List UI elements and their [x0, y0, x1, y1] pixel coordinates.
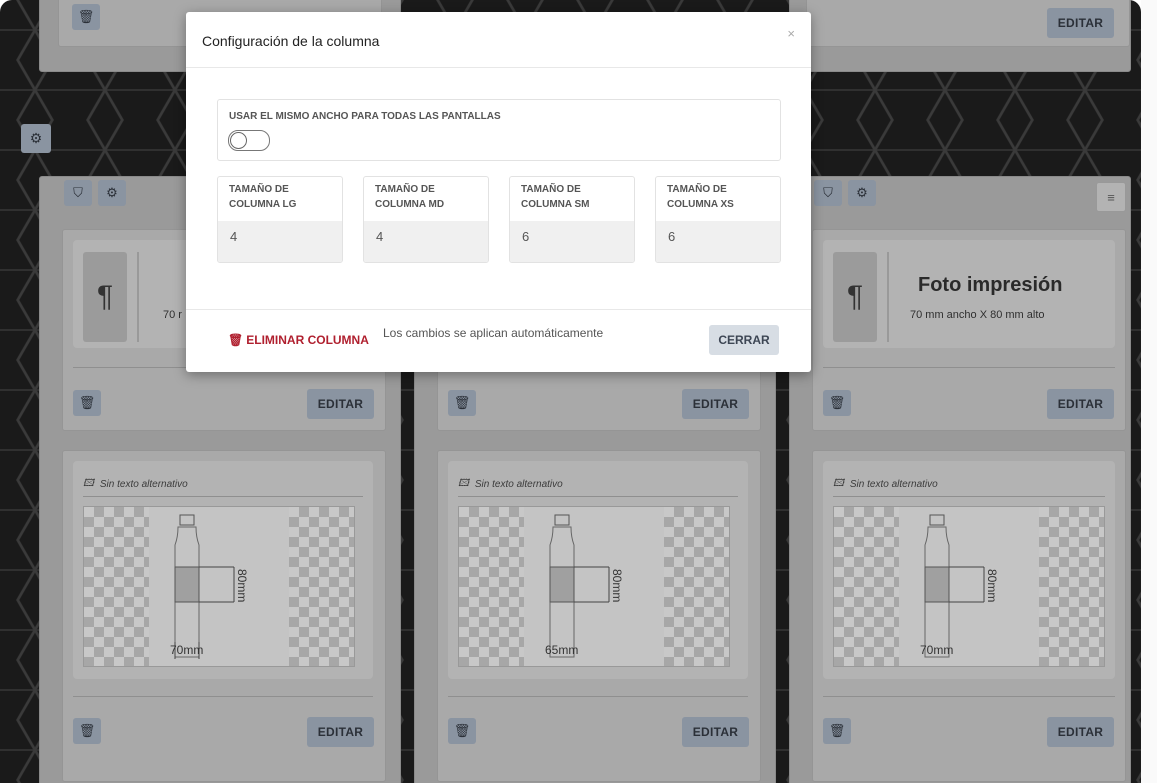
- transparency-right: [664, 507, 729, 666]
- column-settings-modal: Configuración de la columna × USAR EL MI…: [186, 12, 811, 372]
- divider: [83, 496, 363, 497]
- divider: [73, 696, 373, 697]
- divider: [186, 309, 811, 310]
- delete-button[interactable]: 🗑: [72, 4, 100, 30]
- transparency-left: [834, 507, 899, 666]
- alt-text: Sin texto alternativo: [474, 479, 563, 490]
- text-sub: 70 r: [163, 309, 182, 321]
- divider: [448, 696, 748, 697]
- paint-bucket-icon[interactable]: ⛉: [64, 180, 92, 206]
- size-sm-label: TAMAÑO DE COLUMNA SM: [521, 184, 590, 210]
- paint-bucket-icon[interactable]: ⛉: [814, 180, 842, 206]
- text-sub: 70 mm ancho X 80 mm alto: [910, 309, 1045, 321]
- size-md-input[interactable]: 4: [364, 221, 488, 262]
- transparency-left: [459, 507, 524, 666]
- width-label: 65mm: [545, 643, 579, 657]
- edit-button[interactable]: EDITAR: [682, 389, 749, 419]
- size-xs-label: TAMAÑO DE COLUMNA XS: [667, 184, 734, 210]
- text-block-3: ¶ Foto impresión 70 mm ancho X 80 mm alt…: [823, 240, 1115, 348]
- top-panel-right: EDITAR: [789, 0, 1131, 72]
- image-card-2: 🖾 Sin texto alternativo 80mm 65mm 🗑 EDIT…: [437, 450, 761, 782]
- height-label: 80mm: [985, 569, 999, 603]
- product-image[interactable]: 80mm 70mm: [833, 506, 1105, 667]
- image-icon: 🖾: [83, 478, 94, 489]
- delete-button[interactable]: 🗑: [448, 390, 476, 416]
- delete-button[interactable]: 🗑: [823, 718, 851, 744]
- text-card-3: ¶ Foto impresión 70 mm ancho X 80 mm alt…: [812, 229, 1126, 431]
- image-icon: 🖾: [833, 478, 844, 489]
- delete-button[interactable]: 🗑: [448, 718, 476, 744]
- alt-text-label: 🖾 Sin texto alternativo: [458, 476, 563, 493]
- width-label: 70mm: [170, 643, 204, 657]
- delete-button[interactable]: 🗑: [73, 718, 101, 744]
- alt-text-label: 🖾 Sin texto alternativo: [83, 476, 188, 493]
- edit-button[interactable]: EDITAR: [1047, 8, 1114, 38]
- image-card-1: 🖾 Sin texto alternativo 80mm 70mm 🗑 EDIT…: [62, 450, 386, 782]
- divider: [458, 496, 738, 497]
- size-lg-field: TAMAÑO DE COLUMNA LG 4: [217, 176, 343, 263]
- divider: [833, 496, 1105, 497]
- hamburger-icon[interactable]: ≡: [1096, 182, 1126, 212]
- same-width-setting: USAR EL MISMO ANCHO PARA TODAS LAS PANTA…: [217, 99, 781, 161]
- same-width-toggle[interactable]: [228, 130, 270, 151]
- autosave-note: Los cambios se aplican automáticamente: [383, 326, 604, 340]
- size-lg-input[interactable]: 4: [218, 221, 342, 262]
- edit-button[interactable]: EDITAR: [682, 717, 749, 747]
- size-xs-field: TAMAÑO DE COLUMNA XS 6: [655, 176, 781, 263]
- image-block-3: 🖾 Sin texto alternativo 80mm 70mm: [823, 461, 1115, 679]
- delete-column-button[interactable]: 🗑 ELIMINAR COLUMNA: [228, 333, 369, 347]
- close-icon[interactable]: ×: [787, 26, 795, 41]
- delete-button[interactable]: 🗑: [73, 390, 101, 416]
- pilcrow-icon: ¶: [833, 252, 877, 342]
- size-sm-input[interactable]: 6: [510, 221, 634, 262]
- width-label: 70mm: [920, 643, 954, 657]
- same-width-label: USAR EL MISMO ANCHO PARA TODAS LAS PANTA…: [229, 111, 501, 122]
- height-label: 80mm: [610, 569, 624, 603]
- column-gear-icon[interactable]: ⚙: [848, 180, 876, 206]
- transparency-left: [84, 507, 149, 666]
- edit-button[interactable]: EDITAR: [307, 717, 374, 747]
- pilcrow-icon: ¶: [83, 252, 127, 342]
- editor-background: 🗑 EDITAR ⚙ ⛉ ⚙ ¶ 70 r 🗑 EDITAR 🖾 Sin text…: [0, 0, 1141, 783]
- size-md-label: TAMAÑO DE COLUMNA MD: [375, 184, 445, 210]
- alt-text: Sin texto alternativo: [849, 479, 938, 490]
- divider: [823, 696, 1115, 697]
- alt-text: Sin texto alternativo: [99, 479, 188, 490]
- product-image[interactable]: 80mm 65mm: [458, 506, 730, 667]
- edit-button[interactable]: EDITAR: [307, 389, 374, 419]
- alt-text-label: 🖾 Sin texto alternativo: [833, 476, 938, 493]
- edit-button[interactable]: EDITAR: [1047, 389, 1114, 419]
- trash-icon: 🗑: [228, 333, 244, 347]
- toggle-knob: [230, 132, 247, 149]
- image-icon: 🖾: [458, 478, 469, 489]
- divider: [823, 367, 1115, 368]
- transparency-right: [289, 507, 354, 666]
- edit-button[interactable]: EDITAR: [1047, 717, 1114, 747]
- row-settings-gear-icon[interactable]: ⚙: [21, 124, 51, 153]
- close-button[interactable]: CERRAR: [709, 325, 779, 355]
- image-block-1: 🖾 Sin texto alternativo 80mm 70mm: [73, 461, 373, 679]
- size-md-field: TAMAÑO DE COLUMNA MD 4: [363, 176, 489, 263]
- divider: [186, 67, 811, 68]
- page-scrollbar[interactable]: [1141, 0, 1157, 783]
- height-label: 80mm: [235, 569, 249, 603]
- image-block-2: 🖾 Sin texto alternativo 80mm 65mm: [448, 461, 748, 679]
- text-title: Foto impresión: [918, 274, 1063, 296]
- divider: [137, 252, 139, 342]
- size-sm-field: TAMAÑO DE COLUMNA SM 6: [509, 176, 635, 263]
- modal-title: Configuración de la columna: [202, 33, 380, 49]
- image-card-3: 🖾 Sin texto alternativo 80mm 70mm 🗑 EDIT…: [812, 450, 1126, 782]
- column-panel-3: ⛉ ⚙ ≡ ¶ Foto impresión 70 mm ancho X 80 …: [789, 176, 1131, 783]
- size-xs-input[interactable]: 6: [656, 221, 780, 262]
- delete-button[interactable]: 🗑: [823, 390, 851, 416]
- delete-column-label: ELIMINAR COLUMNA: [246, 333, 369, 347]
- column-gear-icon[interactable]: ⚙: [98, 180, 126, 206]
- divider: [887, 252, 889, 342]
- product-image[interactable]: 80mm 70mm: [83, 506, 355, 667]
- transparency-right: [1039, 507, 1104, 666]
- size-lg-label: TAMAÑO DE COLUMNA LG: [229, 184, 297, 210]
- top-card-right: EDITAR: [806, 0, 1130, 47]
